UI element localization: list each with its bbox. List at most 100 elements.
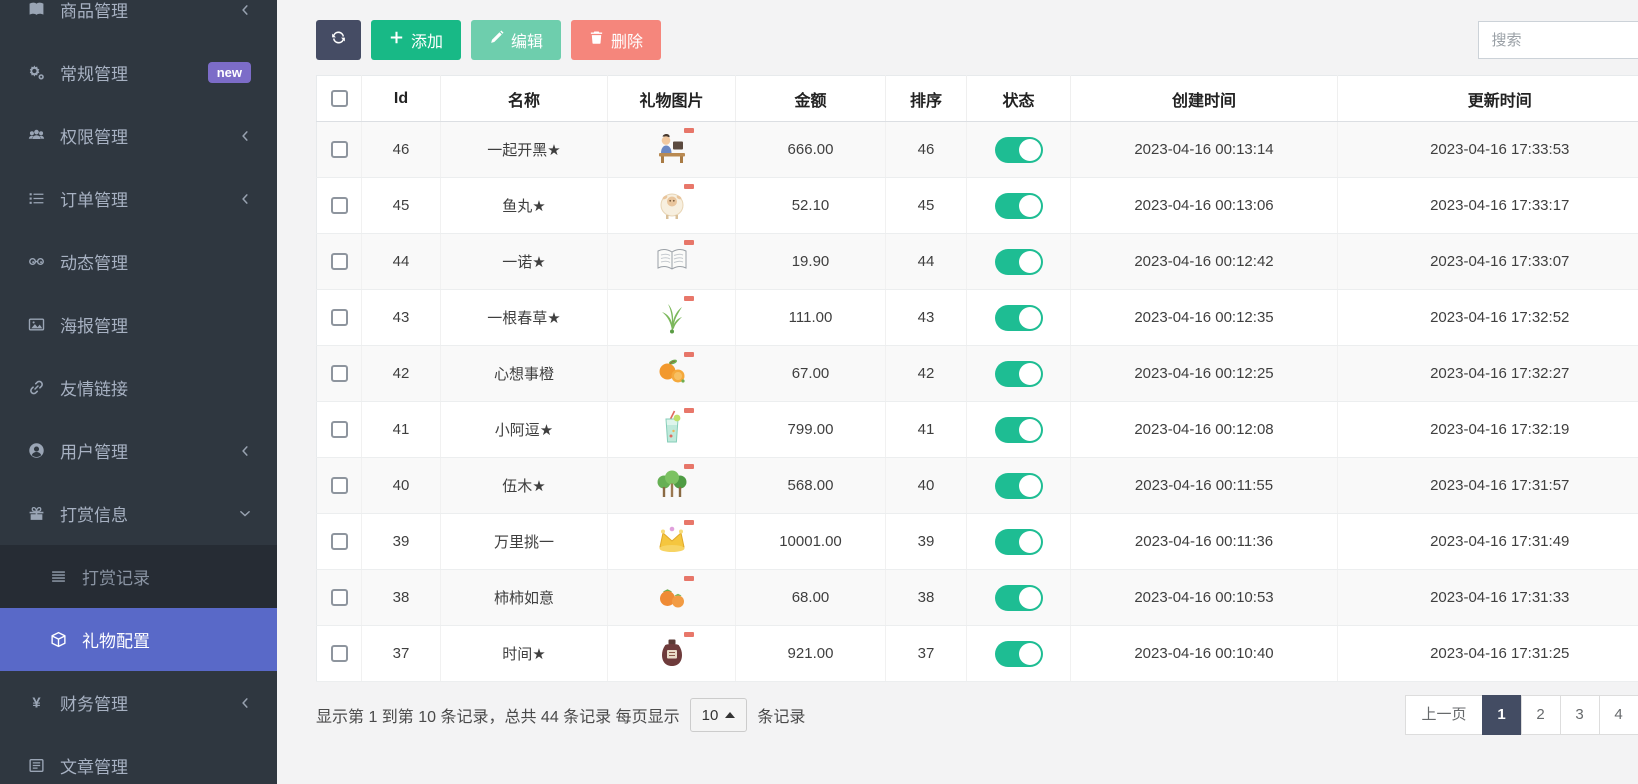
gift-table: Id 名称 礼物图片 金额 排序 状态 创建时间 更新时间 46 一起开黑★ 666.00 46 20… <box>316 75 1638 682</box>
sidebar-item-label: 打赏信息 <box>60 506 128 525</box>
table-row[interactable]: 39 万里挑一 10001.00 39 2023-04-16 00:11:36 2023-… <box>316 513 1638 570</box>
toggle-knob <box>1018 138 1041 161</box>
table-row[interactable]: 42 心想事橙 67.00 42 2023-04-16 00:12:25 2023-04-… <box>316 345 1638 402</box>
records-summary-suffix: 条记录 <box>757 709 806 726</box>
main-content: 添加 编辑 删除 Id名称礼物图片金额排序状态创建时间更新时间 46一起开黑★6… <box>277 0 1638 784</box>
row-checkbox[interactable] <box>330 141 348 159</box>
pagination-prev-button[interactable]: 上一页 <box>1405 695 1483 735</box>
sidebar-item-label: 常规管理 <box>60 65 128 84</box>
row-checkbox[interactable] <box>330 309 348 327</box>
gift-stamp <box>683 128 694 133</box>
row-checkbox[interactable] <box>330 645 348 663</box>
row-status-cell <box>966 457 1071 514</box>
toggle-knob <box>1018 642 1041 665</box>
toggle-knob <box>1018 250 1041 273</box>
table-row[interactable]: 41 小阿逗★ 799.00 41 2023-04-16 00:12:08 2023-04… <box>316 401 1638 458</box>
row-select-cell <box>316 233 362 290</box>
table-row[interactable]: 43 一根春草★ 111.00 43 2023-04-16 00:12:35 2023-0… <box>316 289 1638 346</box>
row-checkbox[interactable] <box>330 365 348 383</box>
row-select-cell <box>316 177 362 234</box>
row-checkbox[interactable] <box>330 477 348 495</box>
page-size-select[interactable]: 10 <box>689 698 748 732</box>
row-id: 43 <box>361 289 441 346</box>
status-toggle[interactable] <box>994 640 1043 667</box>
delete-button-label: 删除 <box>611 34 644 51</box>
sidebar-item-general[interactable]: 常规管理 new <box>0 41 277 104</box>
row-status-cell <box>966 177 1071 234</box>
status-toggle[interactable] <box>994 416 1043 443</box>
sidebar-item-label: 友情链接 <box>60 380 128 399</box>
sidebar-item-poster[interactable]: 海报管理 <box>0 293 277 356</box>
pagination-page-4[interactable]: 4 <box>1598 695 1638 735</box>
sidebar-item-articles[interactable]: 文章管理 <box>0 734 277 784</box>
status-toggle[interactable] <box>994 192 1043 219</box>
sidebar-item-permission[interactable]: 权限管理 <box>0 104 277 167</box>
pagination-page-1[interactable]: 1 <box>1481 695 1522 735</box>
table-row[interactable]: 46 一起开黑★ 666.00 46 2023-04-16 00:13:14 2023-0… <box>316 121 1638 178</box>
sidebar-item-finance[interactable]: ¥ 财务管理 <box>0 671 277 734</box>
table-row[interactable]: 44 一诺★ 19.90 44 2023-04-16 00:12:42 2023-04-1… <box>316 233 1638 290</box>
row-amount: 19.90 <box>735 233 886 290</box>
gift-stamp <box>683 408 694 413</box>
table-row[interactable]: 40 伍木★ 568.00 40 2023-04-16 00:11:55 2023-04-… <box>316 457 1638 514</box>
gift-table-wrap: Id 名称 礼物图片 金额 排序 状态 创建时间 更新时间 46 一起开黑★ 666.00 46 20… <box>316 75 1638 682</box>
sidebar-item-label: 礼物配置 <box>82 632 150 651</box>
row-id: 37 <box>361 625 441 682</box>
add-button[interactable]: 添加 <box>371 20 462 60</box>
row-checkbox[interactable] <box>330 421 348 439</box>
table-row[interactable]: 37 时间★ 921.00 37 2023-04-16 00:10:40 2023-04-… <box>316 625 1638 682</box>
chevron-left-icon <box>239 130 251 142</box>
gift-image-person-at-computer <box>650 127 694 169</box>
table-row[interactable]: 45 鱼丸★ 52.10 45 2023-04-16 00:13:06 2023-04-1… <box>316 177 1638 234</box>
delete-button[interactable]: 删除 <box>571 20 662 60</box>
row-id: 38 <box>361 569 441 626</box>
select-all-checkbox[interactable] <box>330 89 348 107</box>
row-select-cell <box>316 289 362 346</box>
status-toggle[interactable] <box>994 472 1043 499</box>
row-checkbox[interactable] <box>330 197 348 215</box>
row-sort: 45 <box>885 177 967 234</box>
row-updated-at: 2023-04-16 17:32:27 <box>1337 345 1638 402</box>
sidebar-item-reward-records[interactable]: 打赏记录 <box>0 545 277 608</box>
row-created-at: 2023-04-16 00:10:40 <box>1070 625 1338 682</box>
plus-icon <box>389 30 411 50</box>
edit-button[interactable]: 编辑 <box>471 20 562 60</box>
row-checkbox[interactable] <box>330 589 348 607</box>
row-checkbox[interactable] <box>330 253 348 271</box>
status-toggle[interactable] <box>994 304 1043 331</box>
row-amount: 10001.00 <box>735 513 886 570</box>
row-name: 时间★ <box>440 625 608 682</box>
status-toggle[interactable] <box>994 360 1043 387</box>
table-row[interactable]: 38 柿柿如意 68.00 38 2023-04-16 00:10:53 2023-04-… <box>316 569 1638 626</box>
sidebar-item-users[interactable]: 用户管理 <box>0 419 277 482</box>
refresh-button[interactable] <box>316 20 361 60</box>
row-sort: 38 <box>885 569 967 626</box>
gift-stamp <box>683 632 694 637</box>
gift-stamp <box>683 240 694 245</box>
sidebar-item-goods[interactable]: 商品管理 <box>0 0 277 41</box>
svg-text:¥: ¥ <box>32 695 41 711</box>
gift-stamp <box>683 352 694 357</box>
row-status-cell <box>966 233 1071 290</box>
row-checkbox[interactable] <box>330 533 348 551</box>
row-id: 44 <box>361 233 441 290</box>
book-icon <box>24 1 48 18</box>
toggle-knob <box>1018 362 1041 385</box>
status-toggle[interactable] <box>994 248 1043 275</box>
sidebar-item-orders[interactable]: 订单管理 <box>0 167 277 230</box>
sidebar-item-links[interactable]: 友情链接 <box>0 356 277 419</box>
search-input[interactable] <box>1477 21 1638 59</box>
sidebar-item-reward[interactable]: 打赏信息 <box>0 482 277 545</box>
chevron-left-icon <box>239 193 251 205</box>
sidebar-item-gift-config[interactable]: 礼物配置 <box>0 608 277 671</box>
row-gift-image-cell <box>607 457 736 514</box>
pagination-page-3[interactable]: 3 <box>1559 695 1600 735</box>
status-toggle[interactable] <box>994 584 1043 611</box>
row-sort: 46 <box>885 121 967 178</box>
pagination-page-2[interactable]: 2 <box>1520 695 1561 735</box>
status-toggle[interactable] <box>994 136 1043 163</box>
status-toggle[interactable] <box>994 528 1043 555</box>
row-created-at: 2023-04-16 00:12:42 <box>1070 233 1338 290</box>
sidebar-item-dynamic[interactable]: 动态管理 <box>0 230 277 293</box>
trash-icon <box>589 30 611 50</box>
